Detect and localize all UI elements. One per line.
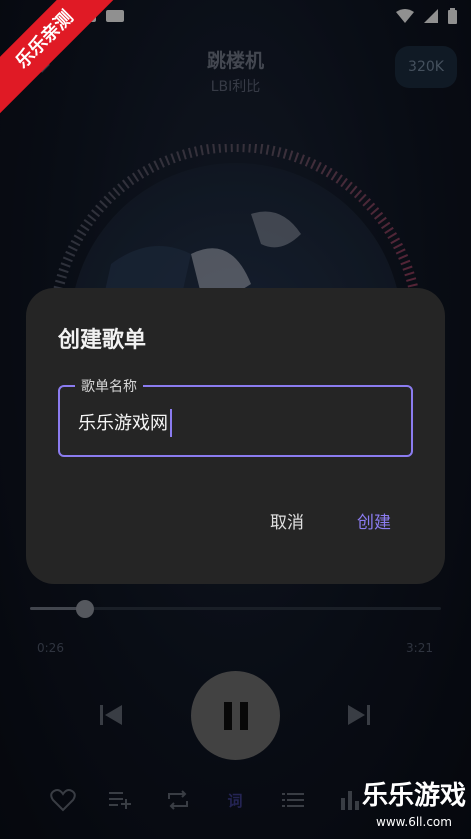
dialog-title: 创建歌单 xyxy=(58,328,147,353)
brand-watermark-text: 乐乐游戏 xyxy=(361,781,466,811)
playlist-name-field[interactable]: 歌单名称 xyxy=(58,376,413,457)
create-button[interactable]: 创建 xyxy=(357,508,391,533)
playlist-name-label: 歌单名称 xyxy=(75,376,143,396)
brand-watermark: 乐乐游戏 www.6ll.com xyxy=(357,779,471,839)
brand-watermark-url: www.6ll.com xyxy=(376,815,452,829)
cancel-button[interactable]: 取消 xyxy=(270,508,304,533)
text-caret xyxy=(169,409,172,437)
create-playlist-dialog: 创建歌单 歌单名称 取消 创建 xyxy=(26,288,445,584)
playlist-name-input[interactable] xyxy=(78,407,398,437)
